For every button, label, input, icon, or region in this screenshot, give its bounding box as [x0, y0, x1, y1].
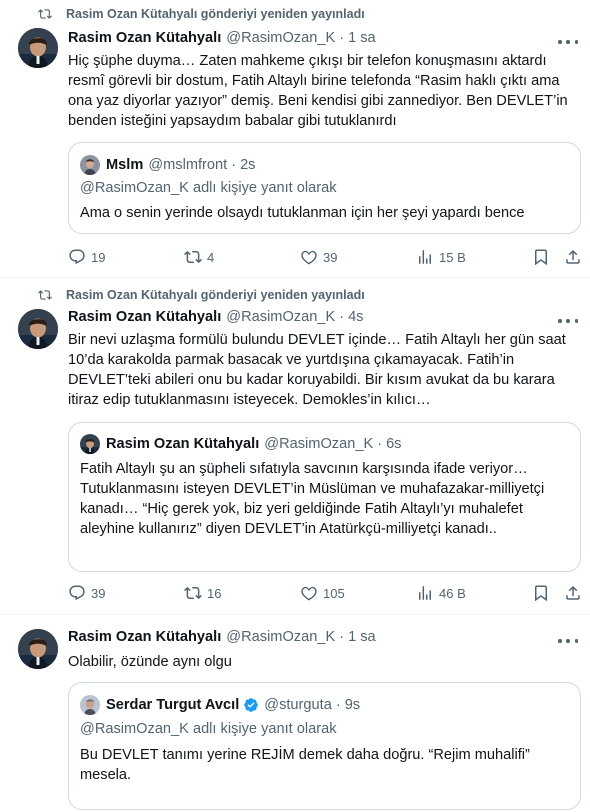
bookmark-icon — [532, 584, 550, 602]
post-text: Hiç şüphe duyma… Zaten mahkeme çıkışı bi… — [68, 53, 568, 129]
quote-reply-context: @RasimOzan_K adlı kişiye yanıt olarak — [80, 180, 337, 196]
quote-reply-context: @RasimOzan_K adlı kişiye yanıt olarak — [80, 721, 337, 737]
action-bar: 39 16 105 46 B — [68, 584, 588, 604]
repost-count: 4 — [207, 249, 215, 265]
quote-author-name: Rasim Ozan Kütahyalı — [106, 436, 260, 452]
author-name[interactable]: Rasim Ozan Kütahyalı — [68, 30, 221, 46]
quote-author-handle: @mslmfront — [148, 157, 228, 173]
repost-icon — [38, 7, 52, 21]
separator-dot: · — [339, 629, 345, 645]
share-button[interactable] — [564, 248, 582, 266]
separator-dot: · — [231, 157, 237, 173]
like-icon — [300, 248, 318, 266]
like-button[interactable]: 39 — [300, 248, 337, 266]
author-handle[interactable]: @RasimOzan_K — [226, 30, 335, 46]
quote-author-name: Serdar Turgut Avcıl — [106, 697, 240, 713]
views-count: 15 B — [439, 249, 466, 265]
quote-header: Rasim Ozan Kütahyalı @RasimOzan_K · 6s — [80, 434, 401, 454]
like-count: 39 — [323, 249, 338, 265]
repost-label: Rasim Ozan Kütahyalı gönderiyi yeniden y… — [66, 7, 365, 21]
repost-icon — [184, 584, 202, 602]
separator-dot: · — [335, 697, 341, 713]
avatar[interactable] — [18, 28, 58, 68]
post-1[interactable]: Rasim Ozan Kütahyalı gönderiyi yeniden y… — [0, 0, 590, 278]
separator-dot: · — [339, 30, 345, 46]
action-bar: 19 4 39 15 B — [68, 248, 588, 268]
views-icon — [416, 584, 434, 602]
quoted-post[interactable]: Rasim Ozan Kütahyalı @RasimOzan_K · 6s F… — [68, 422, 581, 572]
like-icon — [300, 584, 318, 602]
post-3[interactable]: Rasim Ozan Kütahyalı @RasimOzan_K · 1 sa… — [0, 616, 590, 812]
quote-text: Fatih Altaylı şu an şüpheli sıfatıyla sa… — [80, 461, 545, 537]
reply-count: 19 — [91, 249, 106, 265]
views-icon — [416, 248, 434, 266]
timestamp[interactable]: 1 sa — [348, 629, 376, 645]
post-header: Rasim Ozan Kütahyalı @RasimOzan_K · 4s — [68, 309, 363, 325]
bookmark-button[interactable] — [532, 584, 550, 602]
repost-count: 16 — [207, 585, 222, 601]
post-header: Rasim Ozan Kütahyalı @RasimOzan_K · 1 sa — [68, 30, 376, 46]
post-2[interactable]: Rasim Ozan Kütahyalı gönderiyi yeniden y… — [0, 279, 590, 615]
timestamp[interactable]: 1 sa — [348, 30, 376, 46]
quoted-post[interactable]: Serdar Turgut Avcıl @sturguta · 9s @Rasi… — [68, 682, 581, 810]
quote-header: Serdar Turgut Avcıl @sturguta · 9s — [80, 695, 360, 715]
quote-header: Mslm @mslmfront · 2s — [80, 155, 255, 175]
views-button[interactable]: 46 B — [416, 584, 466, 602]
share-button[interactable] — [564, 584, 582, 602]
more-icon[interactable] — [558, 634, 578, 648]
quote-avatar — [80, 155, 100, 175]
views-count: 46 B — [439, 585, 466, 601]
quote-avatar — [80, 695, 100, 715]
more-icon[interactable] — [558, 35, 578, 49]
separator-dot: · — [377, 436, 383, 452]
author-name[interactable]: Rasim Ozan Kütahyalı — [68, 629, 221, 645]
views-button[interactable]: 15 B — [416, 248, 466, 266]
reply-button[interactable]: 19 — [68, 248, 105, 266]
more-icon[interactable] — [558, 314, 578, 328]
quote-author-name: Mslm — [106, 157, 144, 173]
quote-timestamp: 2s — [240, 157, 256, 173]
quote-timestamp: 9s — [344, 697, 361, 713]
author-handle[interactable]: @RasimOzan_K — [226, 629, 335, 645]
quote-text: Bu DEVLET tanımı yerine REJİM demek daha… — [80, 747, 530, 783]
quote-avatar — [80, 434, 100, 454]
repost-button[interactable]: 4 — [184, 248, 214, 266]
quote-timestamp: 6s — [386, 436, 402, 452]
repost-icon — [184, 248, 202, 266]
like-count: 105 — [323, 585, 345, 601]
post-text: Bir nevi uzlaşma formülü bulundu DEVLET … — [68, 332, 566, 408]
repost-icon — [38, 288, 52, 302]
quote-author-handle: @RasimOzan_K — [264, 436, 374, 452]
reply-button[interactable]: 39 — [68, 584, 105, 602]
author-handle[interactable]: @RasimOzan_K — [226, 309, 335, 325]
bookmark-icon — [532, 248, 550, 266]
share-icon — [564, 584, 582, 602]
quoted-post[interactable]: Mslm @mslmfront · 2s @RasimOzan_K adlı k… — [68, 142, 581, 234]
author-name[interactable]: Rasim Ozan Kütahyalı — [68, 309, 221, 325]
share-icon — [564, 248, 582, 266]
avatar[interactable] — [18, 309, 58, 349]
repost-button[interactable]: 16 — [184, 584, 221, 602]
timestamp[interactable]: 4s — [348, 309, 363, 325]
reply-icon — [68, 584, 86, 602]
like-button[interactable]: 105 — [300, 584, 345, 602]
repost-indicator[interactable]: Rasim Ozan Kütahyalı gönderiyi yeniden y… — [38, 288, 365, 302]
verified-badge-icon — [243, 697, 259, 713]
reply-icon — [68, 248, 86, 266]
post-header: Rasim Ozan Kütahyalı @RasimOzan_K · 1 sa — [68, 629, 376, 645]
quote-author-handle: @sturguta — [264, 697, 332, 713]
avatar[interactable] — [18, 629, 58, 669]
separator-dot: · — [339, 309, 345, 325]
timeline-feed: Rasim Ozan Kütahyalı gönderiyi yeniden y… — [0, 0, 590, 812]
bookmark-button[interactable] — [532, 248, 550, 266]
reply-count: 39 — [91, 585, 106, 601]
post-text: Olabilir, özünde aynı olgu — [68, 654, 232, 670]
quote-text: Ama o senin yerinde olsaydı tutuklanman … — [80, 205, 525, 221]
repost-label: Rasim Ozan Kütahyalı gönderiyi yeniden y… — [66, 288, 365, 302]
repost-indicator[interactable]: Rasim Ozan Kütahyalı gönderiyi yeniden y… — [38, 7, 365, 21]
